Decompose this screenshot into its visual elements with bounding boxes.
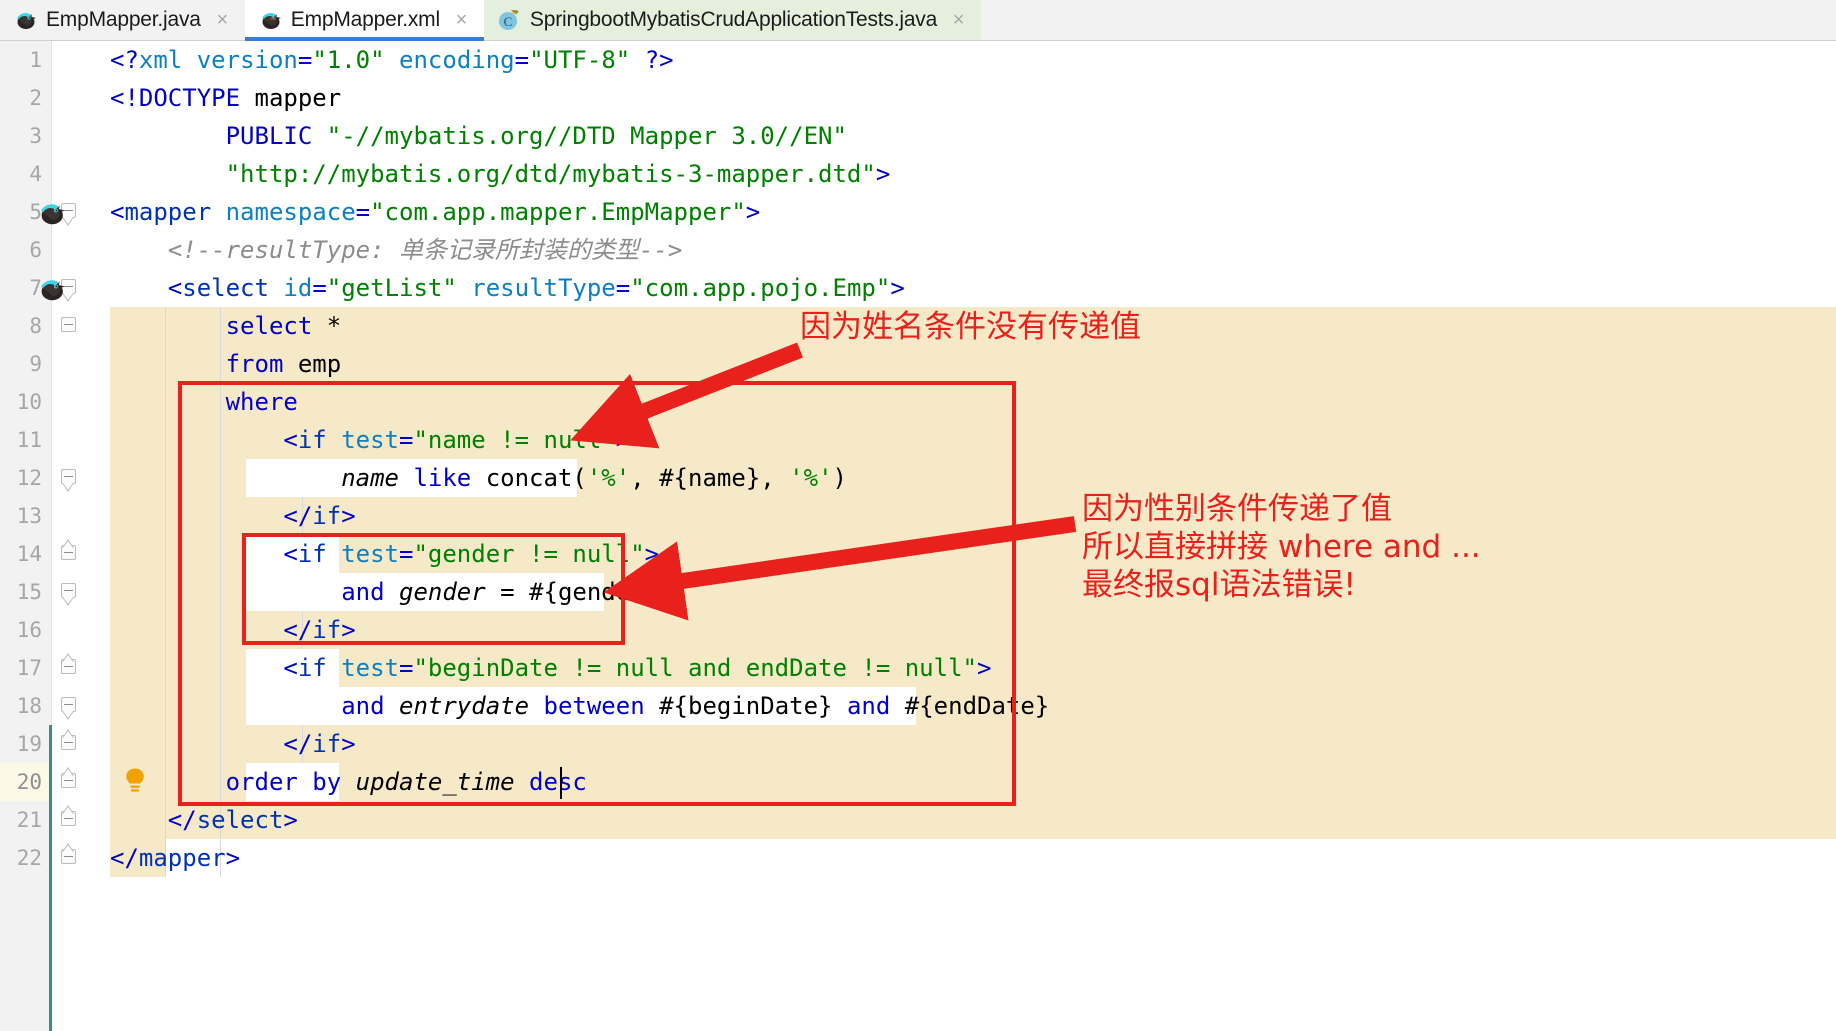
- tab-springboot-mybatis-crud-application-tests-java[interactable]: C SpringbootMybatisCrudApplicationTests.…: [483, 0, 982, 40]
- gender-if-box: [242, 533, 625, 645]
- tab-label: SpringbootMybatisCrudApplicationTests.ja…: [529, 8, 938, 31]
- code-line-21[interactable]: </select>: [110, 801, 298, 839]
- gender-annotation-line-3: 最终报sql语法错误!: [1082, 567, 1356, 603]
- java-test-class-icon: C: [497, 8, 521, 32]
- tab-emp-mapper-java[interactable]: EmpMapper.java ×: [0, 0, 245, 40]
- svg-text:C: C: [504, 14, 513, 29]
- mybatis-bird-icon: [13, 8, 37, 32]
- code-line-3[interactable]: PUBLIC "-//mybatis.org//DTD Mapper 3.0//…: [110, 117, 847, 155]
- code-line-7[interactable]: <select id="getList" resultType="com.app…: [110, 269, 905, 307]
- tab-close-icon[interactable]: ×: [453, 10, 470, 30]
- tab-label: EmpMapper.xml: [290, 8, 440, 31]
- code-line-1[interactable]: <?xml version="1.0" encoding="UTF-8" ?>: [110, 41, 674, 79]
- editor-tab-bar: EmpMapper.java × EmpMapper.xml × C Sprin…: [0, 0, 1836, 41]
- tab-close-icon[interactable]: ×: [214, 10, 231, 30]
- code-line-5[interactable]: <mapper namespace="com.app.mapper.EmpMap…: [110, 193, 760, 231]
- code-line-4[interactable]: "http://mybatis.org/dtd/mybatis-3-mapper…: [110, 155, 891, 193]
- mybatis-bird-icon: [258, 8, 282, 32]
- tab-close-icon[interactable]: ×: [950, 10, 967, 30]
- name-annotation-text: 因为姓名条件没有传递值: [800, 309, 1141, 345]
- code-line-8[interactable]: select *: [110, 307, 342, 345]
- code-line-2[interactable]: <!DOCTYPE mapper: [110, 79, 341, 117]
- code-line-22[interactable]: </mapper>: [110, 839, 240, 877]
- tab-label: EmpMapper.java: [46, 8, 201, 31]
- tab-emp-mapper-xml[interactable]: EmpMapper.xml ×: [244, 0, 485, 41]
- code-line-6[interactable]: <!--resultType: 单条记录所封装的类型-->: [110, 231, 683, 269]
- code-line-9[interactable]: from emp: [110, 345, 342, 383]
